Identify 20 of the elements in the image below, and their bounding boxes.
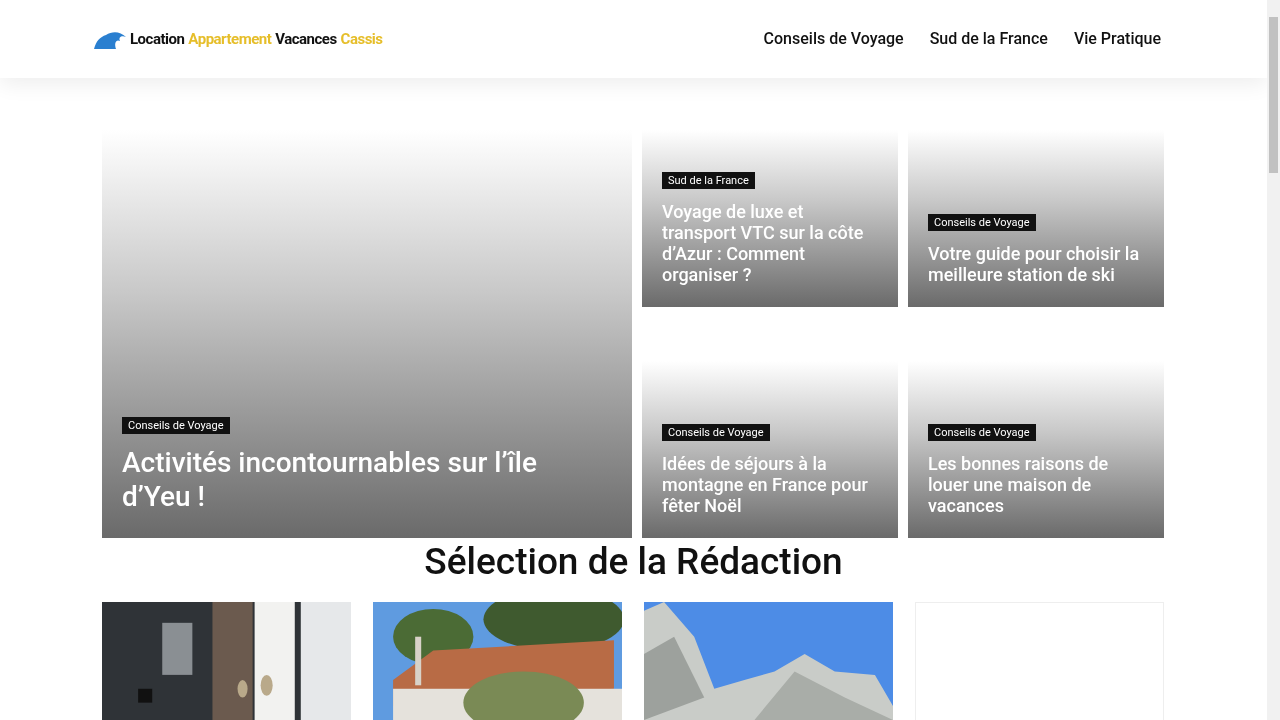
section-heading: Sélection de la Rédaction (423, 540, 844, 584)
nav-link[interactable]: Vie Pratique (1073, 27, 1161, 51)
logo-word: Cassis (340, 28, 383, 50)
category-tag[interactable]: Conseils de Voyage (928, 214, 1036, 231)
post-title[interactable]: Les bonnes raisons de louer une maison de vacances (928, 453, 1144, 516)
category-tag[interactable]: Conseils de Voyage (928, 424, 1036, 441)
category-tag[interactable]: Conseils de Voyage (662, 424, 770, 441)
logo-word: Vacances (275, 28, 337, 50)
nav-link[interactable]: Conseils de Voyage (763, 27, 904, 51)
post-title[interactable]: Votre guide pour choisir la meilleure station de ski (928, 243, 1144, 285)
logo-word: Location (130, 28, 185, 50)
nav-link[interactable]: Sud de la France (929, 27, 1048, 51)
post-title[interactable]: Idées de séjours à la montagne en France pour fêter Noël (662, 453, 878, 516)
site-logo[interactable]: Location Appartement Vacances Cassis (92, 27, 383, 51)
post-title[interactable]: Voyage de luxe et transport VTC sur la côte d’Azur : Comment organiser ? (662, 201, 878, 285)
category-tag[interactable]: Conseils de Voyage (122, 417, 230, 434)
logo-word: Appartement (188, 28, 272, 50)
scrollbar[interactable] (1267, 0, 1280, 720)
category-tag[interactable]: Sud de la France (662, 172, 755, 189)
post-title[interactable]: Activités incontournables sur l’île d’Yeu ! (122, 446, 612, 514)
